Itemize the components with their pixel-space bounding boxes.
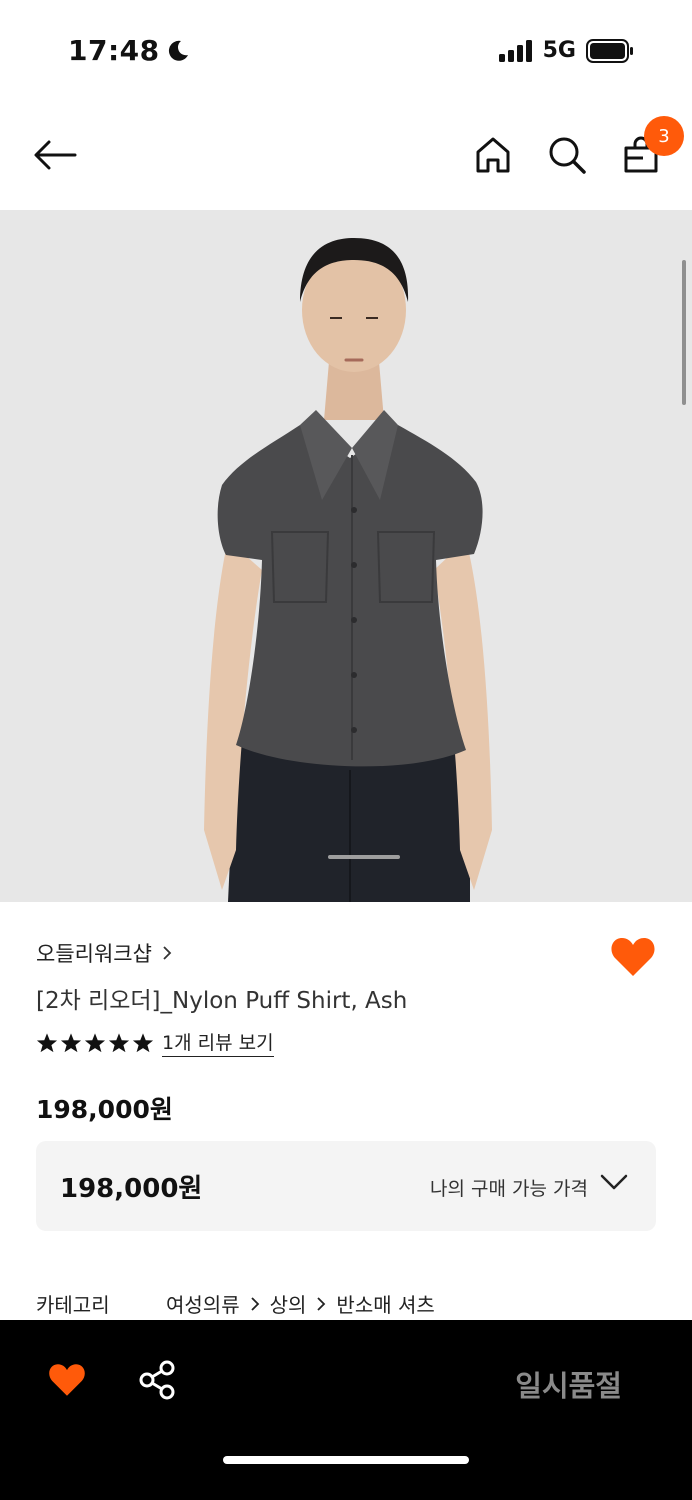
star-icon [60,1032,82,1052]
home-icon [476,137,510,173]
home-button[interactable] [466,128,520,182]
soldout-button[interactable]: 일시품절 [515,1363,622,1405]
category-breadcrumb: 여성의류 상의 반소매 셔츠 [166,1289,435,1318]
signal-icon [498,39,532,62]
rating-row: 1개 리뷰 보기 [36,1028,274,1057]
product-price: 198,000원 [36,1095,173,1124]
network-label: 5G [542,38,576,63]
chevron-down-icon [600,1174,628,1190]
star-icon [84,1032,106,1052]
search-icon [549,137,586,174]
my-price-label: 나의 구매 가능 가격 [430,1178,588,1200]
cart-count-badge: 3 [644,116,684,156]
chevron-right-icon [163,946,172,960]
product-name: [2차 리오더]_Nylon Puff Shirt, Ash [36,988,408,1014]
star-rating [36,1032,154,1054]
back-button[interactable] [28,128,82,182]
scrollbar-thumb[interactable] [682,260,686,405]
moon-icon [168,40,188,61]
category-level-3[interactable]: 반소매 셔츠 [336,1289,434,1318]
category-level-2[interactable]: 상의 [270,1289,307,1318]
category-row: 카테고리 여성의류 상의 반소매 셔츠 [36,1289,435,1318]
star-icon [108,1032,130,1052]
clock-text: 17:48 [68,34,160,67]
chevron-right-icon [250,1296,259,1311]
status-time: 17:48 [68,34,190,67]
battery-icon [586,38,633,63]
product-image-carousel[interactable] [0,210,692,902]
back-arrow-icon [34,140,77,170]
wishlist-heart-icon[interactable] [48,1362,86,1398]
my-price-dropdown[interactable]: 198,000원 나의 구매 가능 가격 [36,1141,656,1231]
home-indicator [223,1456,469,1464]
chevron-right-icon [317,1296,326,1311]
top-nav: 3 [0,100,692,210]
status-icons: 5G [498,38,634,63]
review-link[interactable]: 1개 리뷰 보기 [162,1028,274,1057]
bottom-action-bar: 일시품절 [0,1320,692,1500]
search-button[interactable] [540,128,594,182]
brand-link[interactable]: 오들리워크샵 [36,938,172,968]
category-label: 카테고리 [36,1293,110,1317]
cart-button[interactable]: 3 [614,116,684,182]
category-level-1[interactable]: 여성의류 [166,1289,240,1318]
wishlist-heart-icon[interactable] [610,936,656,978]
status-bar: 17:48 5G [0,0,692,100]
my-price-value: 198,000원 [60,1174,203,1204]
star-icon [132,1032,154,1052]
share-icon[interactable] [138,1360,176,1400]
product-photo [204,238,492,902]
brand-name: 오들리워크샵 [36,942,152,966]
star-icon [36,1032,58,1052]
carousel-indicator [328,855,400,859]
